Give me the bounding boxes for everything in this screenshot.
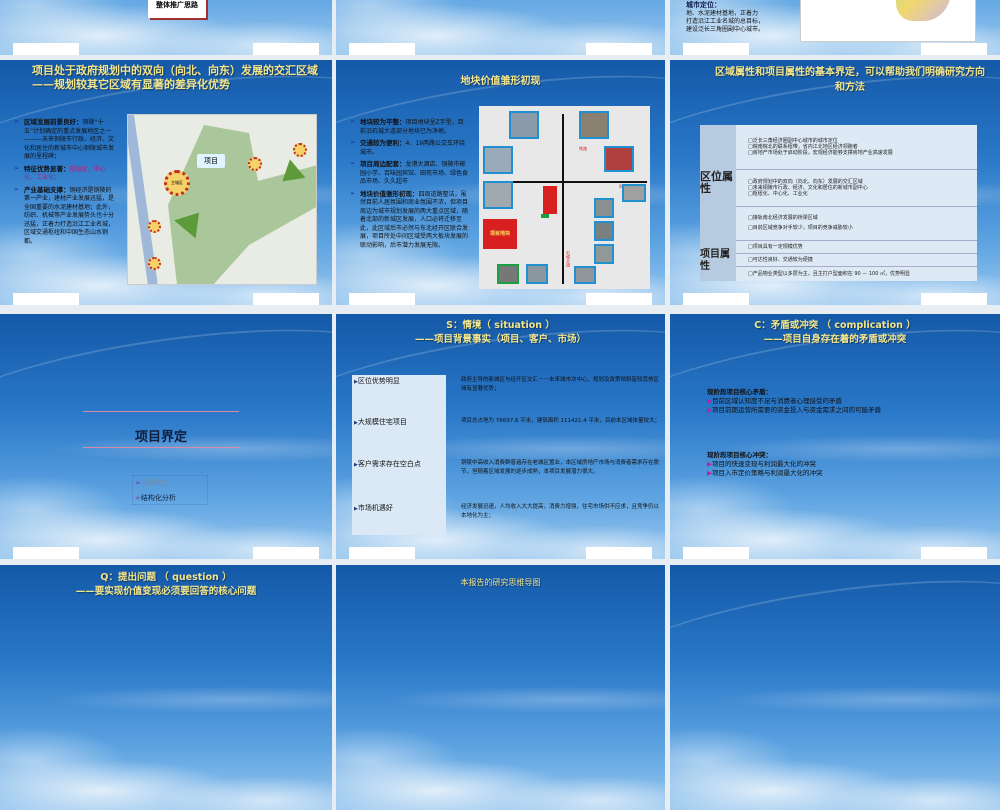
footer-box: [13, 293, 79, 305]
slide-title: S：情境（ situation ） ——项目背景事实（项目、客户、市场）: [414, 320, 586, 345]
section-item[interactable]: ➢问题界定: [135, 476, 207, 491]
situation-label: ▶客户需求存在空白点: [354, 460, 421, 468]
slide-thumbnail[interactable]: 本报告的研究思维导图: [336, 565, 665, 810]
text-line: 建设泛长三角圈副中心城市。: [686, 26, 765, 33]
slide-thumbnail[interactable]: 地块价值雏形初现 地块较为平整：项目地块呈Z字型，目前沿石城大道部分地块已为净地…: [336, 60, 665, 305]
region-map: [800, 0, 976, 42]
footer-box: [683, 547, 749, 559]
slide-thumbnail[interactable]: C：矛盾或冲突 （ complication ） ——项目自身存在着的矛盾或冲突 …: [670, 314, 1000, 559]
bullet-item: 产业基础支撑：铜经济是铜陵的第一产业，建材产业发展迅猛，是全国重要的水泥建材基地…: [14, 186, 114, 247]
site-diagram: 项目地块 铁路 铜官路 石城大道: [479, 106, 650, 289]
bullet-item: 地块价值雏形初现：四周道路整洁，虽然目前人居氛围和商业氛围不浓，但项目周边为城市…: [350, 190, 468, 251]
divider-line: [83, 447, 239, 448]
project-label: 项目: [197, 154, 225, 168]
slide-title: 区域属性和项目属性的基本界定，可以帮助我们明确研究方向和方法: [715, 67, 985, 93]
footer-box: [13, 547, 79, 559]
slide-title: 本报告的研究思维导图: [460, 578, 541, 587]
footer-box: [253, 547, 319, 559]
footer-box: [921, 293, 987, 305]
railway-label: 铁路: [579, 146, 587, 151]
slide-thumbnail[interactable]: S：情境（ situation ） ——项目背景事实（项目、客户、市场） ▶区位优…: [336, 314, 665, 559]
section-title: 项目界定: [134, 430, 187, 445]
footer-box: [349, 547, 415, 559]
slide-title: Q：提出问题 （ question ） ——要实现价值变现必须要回答的核心问题: [75, 572, 257, 597]
bullet-item: 区域发展前景良好：铜陵“十五”计划确定的重点发展地区之一———未来铜陵市行政、经…: [14, 118, 114, 162]
conflict-block: 现阶段项目核心矛盾： ▶目前区域认知度不足与消费者心理接受的矛盾 ▶项目前期运营…: [707, 388, 881, 414]
footer-box: [683, 293, 749, 305]
text-line: 地、水泥建材基地，正着力: [686, 10, 759, 17]
section-items: ➢问题界定 ➢结构化分析: [132, 475, 208, 505]
situation-text: 项目总占地为 76697.6 平米，建筑面积 111421.4 平米，目前本区域…: [461, 418, 660, 424]
footer-box: [586, 43, 652, 55]
group-label: 项目属性: [700, 240, 736, 281]
footer-box: [921, 547, 987, 559]
slide-title: 地块价值雏形初现: [460, 76, 541, 87]
slide-title: 项目处于政府规划中的双向（向北、向东）发展的交汇区域——规划较其它区域有显著的差…: [32, 64, 318, 91]
table-cell: □接轨南北经济发展的桥梁区域 □目前区域竞争对手较少，项目的竞争威胁较小: [736, 206, 977, 241]
slide-thumbnail[interactable]: 区域属性和项目属性的基本界定，可以帮助我们明确研究方向和方法 区位属性 □泛长三…: [670, 60, 1000, 305]
footer-box: [683, 43, 749, 55]
table-cell: □可达性良好、交通较为便捷: [736, 253, 977, 267]
bullet-head: 城市定位：: [686, 1, 721, 9]
slide-thumbnail[interactable]: Q：提出问题 （ question ） ——要实现价值变现必须要回答的核心问题: [0, 565, 332, 810]
footer-box: [586, 293, 652, 305]
table-cell: □泛长三角经济圈副中心城市的城市定位 □皖南皖北的联系纽带，省内江北地区经济领跑者…: [736, 125, 977, 170]
footer-box: [253, 43, 319, 55]
situation-text: 经济发展迅速，人均收入大大提高，消费力增强，住宅市场供不应求，且竞争仍以本地化为…: [461, 504, 660, 519]
decor-arc: [670, 565, 1000, 720]
bullet-item: 项目周边配套：龙港大酒店、铜陵市柳园小学、百味园宾馆、田苑市场、绿色食品市场、久…: [350, 160, 468, 187]
slide-thumbnail[interactable]: 城市定位： 地、水泥建材基地，正着力 打造沿江工业名城的总目标， 建设泛长三角圈…: [670, 0, 1000, 55]
table-cell: □项目具有一定规模优势: [736, 240, 977, 254]
table-cell: □产品物业类型以多层为主，且主打户型面积在 90 － 100 ㎡，优势明显: [736, 266, 977, 281]
section-item[interactable]: ➢结构化分析: [135, 491, 207, 506]
promotion-box: 整体推广思路: [148, 0, 206, 18]
footer-box: [586, 547, 652, 559]
project-plot-label: 项目地块: [483, 219, 517, 249]
city-position-text: 城市定位： 地、水泥建材基地，正着力 打造沿江工业名城的总目标， 建设泛长三角圈…: [686, 1, 811, 34]
conflict-block: 现阶段项目核心冲突： ▶项目的快速变现与利润最大化的冲突 ▶项目入市定价策略与利…: [707, 451, 823, 477]
planning-map: 项目 主城区: [127, 114, 317, 285]
bullet-list: 地块较为平整：项目地块呈Z字型，目前沿石城大道部分地块已为净地。 交通较为便利：…: [350, 118, 468, 253]
bullet-list: 区域发展前景良好：铜陵“十五”计划确定的重点发展地区之一———未来铜陵市行政、经…: [14, 118, 114, 249]
situation-text: 铜陵中高收入消费群普遍存在老城区置业，本区域房地产市场与消费者需求存在脱节，但随…: [461, 460, 660, 475]
situation-label: ▶市场机遇好: [354, 504, 393, 512]
slide-thumbnail[interactable]: 项目处于政府规划中的双向（向北、向东）发展的交汇区域——规划较其它区域有显著的差…: [0, 60, 332, 305]
footer-box: [253, 293, 319, 305]
footer-box: [349, 43, 415, 55]
bullet-item: 地块较为平整：项目地块呈Z字型，目前沿石城大道部分地块已为净地。: [350, 118, 468, 136]
bullet-item: 特征优势显著：枢纽化、中心化、工业化；: [14, 165, 114, 183]
bullet-item: 交通较为便利：4、19两路公交车环绕城市。: [350, 139, 468, 157]
slide-title: C：矛盾或冲突 （ complication ） ——项目自身存在着的矛盾或冲突: [754, 320, 916, 345]
footer-box: [13, 43, 79, 55]
attribute-table: 区位属性 □泛长三角经济圈副中心城市的城市定位 □皖南皖北的联系纽带，省内江北地区…: [700, 125, 977, 281]
situation-label: ▶大规模住宅项目: [354, 418, 407, 426]
divider-line: [83, 411, 239, 412]
group-label: 区位属性: [700, 125, 736, 240]
situation-label: ▶区位优势明显: [354, 377, 400, 385]
slide-thumbnail[interactable]: [670, 565, 1000, 810]
decor-arc: [0, 314, 332, 469]
footer-box: [921, 43, 987, 55]
main-city-marker: 主城区: [164, 170, 190, 196]
table-cell: □政府规划中的双向（向北、向东）发展的交汇区域 □未来铜陵市行政、经济、文化和居住…: [736, 169, 977, 207]
slide-thumbnail[interactable]: [336, 0, 665, 55]
text-line: 打造沿江工业名城的总目标，: [686, 18, 765, 25]
slide-thumbnail[interactable]: 整体推广思路: [0, 0, 332, 55]
avenue-label: 石城大道: [566, 251, 571, 267]
situation-text: 政府主导的新城区与经开区交汇－－未来城市次中心，规划及政策倾斜皆较其他区域有显著…: [461, 377, 660, 392]
slide-thumbnail[interactable]: 项目界定 ➢问题界定 ➢结构化分析: [0, 314, 332, 559]
footer-box: [349, 293, 415, 305]
